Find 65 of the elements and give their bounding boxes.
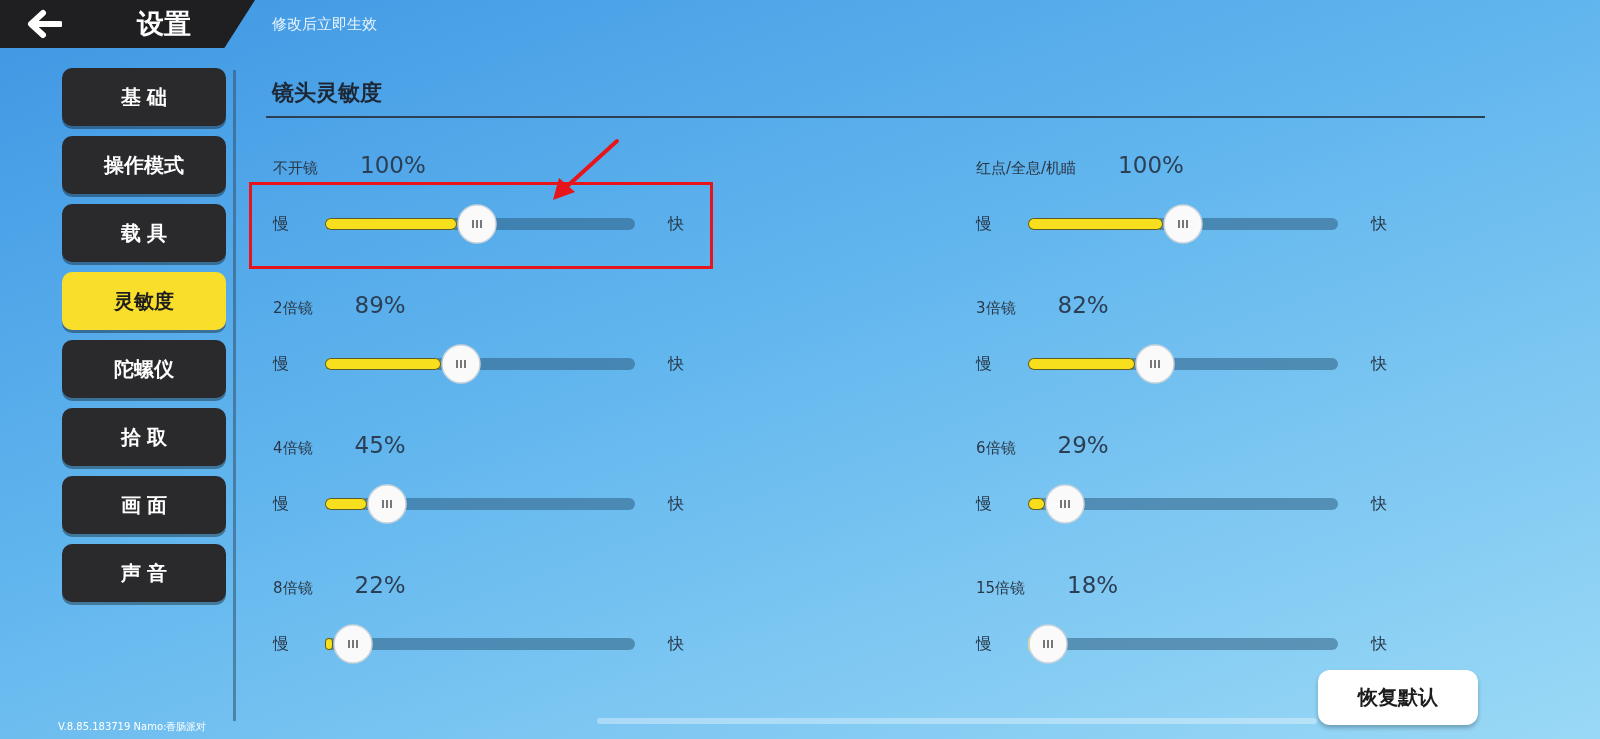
slow-label: 慢 [976,353,992,375]
slider-track[interactable] [325,204,635,244]
slow-label: 慢 [976,493,992,515]
slider-track[interactable] [1028,624,1338,664]
back-arrow-icon[interactable] [26,9,62,39]
page-title: 设置 [137,7,191,41]
slider-label: 不开镜 [273,159,318,178]
slider-thumb[interactable] [1045,484,1086,524]
sidebar-tab[interactable]: 操作模式 [62,136,226,194]
hint-text: 修改后立即生效 [272,14,377,34]
fast-label: 快 [668,353,684,375]
slider-label: 6倍镜 [976,439,1016,458]
slider-label: 4倍镜 [273,439,313,458]
fast-label: 快 [1371,213,1387,235]
slider-thumb[interactable] [456,204,497,244]
slow-label: 慢 [976,633,992,655]
slow-label: 慢 [273,353,289,375]
sidebar-tab[interactable]: 载 具 [62,204,226,262]
slider-track[interactable] [325,344,635,384]
slow-label: 慢 [273,493,289,515]
sidebar-tab[interactable]: 灵敏度 [62,272,226,330]
slider-label: 3倍镜 [976,299,1016,318]
slider-value: 100% [1118,152,1184,178]
slider-fill [325,638,333,650]
slow-label: 慢 [273,213,289,235]
slider-value: 100% [360,152,426,178]
slider-thumb[interactable] [1028,624,1069,664]
slider-thumb[interactable] [1163,204,1203,244]
slider-label: 2倍镜 [273,299,313,318]
slow-label: 慢 [273,633,289,655]
slider-thumb[interactable] [332,624,373,664]
fast-label: 快 [1371,633,1387,655]
slider-track[interactable] [1028,204,1338,244]
slider-value: 45% [354,432,406,458]
sidebar-tab[interactable]: 基 础 [62,68,226,126]
sidebar-tab[interactable]: 画 面 [62,476,226,534]
slider-label: 红点/全息/机瞄 [976,159,1077,178]
fast-label: 快 [668,633,684,655]
slider-fill [325,498,367,510]
slider-track[interactable] [1028,484,1338,524]
fast-label: 快 [1371,493,1387,515]
slider-fill [1028,498,1046,510]
slider-value: 29% [1057,432,1109,458]
reset-button[interactable]: 恢复默认 [1318,670,1478,725]
section-title: 镜头灵敏度 [266,78,1485,118]
slider-thumb[interactable] [441,344,482,384]
fast-label: 快 [668,213,684,235]
fast-label: 快 [668,493,684,515]
slider-track[interactable] [325,624,635,664]
slider-value: 18% [1067,572,1119,598]
slider-value: 89% [354,292,406,318]
sidebar-tab[interactable]: 陀螺仪 [62,340,226,398]
slow-label: 慢 [976,213,992,235]
slider-value: 22% [354,572,406,598]
slider-thumb[interactable] [1135,344,1176,384]
sidebar-tab[interactable]: 拾 取 [62,408,226,466]
slider-thumb[interactable] [367,484,407,524]
slider-track[interactable] [1028,344,1338,384]
slider-label: 15倍镜 [976,579,1026,598]
sidebar-tab[interactable]: 声 音 [62,544,226,602]
slider-track[interactable] [325,484,635,524]
fast-label: 快 [1371,353,1387,375]
version-text: V.8.85.183719 Namo:香肠派对 [58,720,208,734]
slider-label: 8倍镜 [273,579,313,598]
slider-value: 82% [1057,292,1109,318]
